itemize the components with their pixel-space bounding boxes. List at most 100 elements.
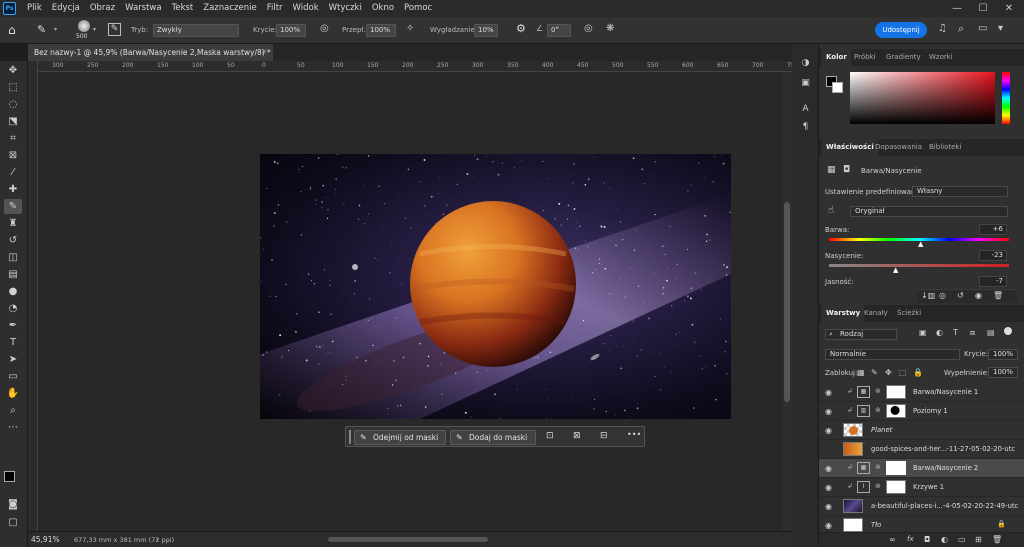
path-selection-tool-icon[interactable]: ➤ [4,352,22,367]
lock-all-icon[interactable]: 🔒 [913,368,923,377]
blend-mode-select[interactable]: Normalnie [825,349,960,360]
layer-thumbnail[interactable] [843,499,863,513]
scrollbar-thumb[interactable] [784,202,790,402]
close-window-button[interactable]: ✕ [996,0,1022,17]
layer-mask-thumbnail[interactable] [886,404,906,418]
chevron-down-icon[interactable]: ▾ [54,26,57,33]
mask-icon[interactable]: ◘ [843,165,850,175]
trash-icon[interactable]: 🗑 [993,291,1003,300]
document-image[interactable] [260,154,731,419]
lightness-value[interactable]: -7 [979,276,1007,287]
fill-field[interactable]: 100% [988,367,1018,378]
object-selection-tool-icon[interactable]: ⬔ [4,114,22,129]
new-group-icon[interactable]: ▭ [958,535,966,544]
tab-properties[interactable]: Właściwości [822,139,878,156]
reset-icon[interactable]: ↺ [957,291,964,300]
brush-tool-icon[interactable]: ✎ [37,23,46,36]
share-button[interactable]: Udostępnij [875,22,927,38]
channel-select[interactable]: Oryginał [850,206,1008,217]
layer-mask-thumbnail[interactable] [886,480,906,494]
hue-value[interactable]: +6 [979,224,1007,235]
maximize-button[interactable]: ☐ [970,0,996,17]
healing-brush-tool-icon[interactable]: ✚ [4,182,22,197]
link-icon[interactable]: ⊗ [875,387,881,395]
new-adjustment-icon[interactable]: ◐ [941,535,948,544]
minimize-button[interactable]: — [944,0,970,17]
menu-select[interactable]: Zaznaczenie [198,0,261,17]
fill-mask-icon[interactable]: ⊟ [600,431,608,441]
color-field[interactable] [850,72,995,124]
crop-tool-icon[interactable]: ⌗ [4,131,22,146]
eye-hidden-icon[interactable]: ◉ [825,445,832,454]
link-icon[interactable]: ⊗ [875,463,881,471]
filter-pixel-icon[interactable]: ▣ [919,328,927,337]
layer-row[interactable]: ◉ a-beautiful-places-i...-4-05-02-20-22-… [819,497,1024,516]
menu-file[interactable]: Plik [22,0,47,17]
close-tab-icon[interactable]: ✕ [261,44,267,61]
gear-icon[interactable]: ⚙ [516,22,526,35]
layer-thumbnail[interactable] [843,442,863,456]
eyedropper-tool-icon[interactable]: ⁄ [4,165,22,180]
tab-gradients[interactable]: Gradienty [882,49,925,66]
more-tools-icon[interactable]: ⋯ [4,420,22,435]
trash-icon[interactable]: 🗑 [992,535,1002,544]
dodge-tool-icon[interactable]: ◔ [4,301,22,316]
tab-libraries[interactable]: Biblioteki [925,139,965,156]
zoom-tool-icon[interactable]: ⌕ [4,403,22,418]
bell-icon[interactable]: ♫ [938,23,947,34]
eye-icon[interactable]: ◉ [825,521,832,530]
zoom-level[interactable]: 45,91% [31,535,60,544]
saturation-track[interactable] [829,264,1009,267]
layer-style-icon[interactable]: fx [907,535,914,543]
link-layers-icon[interactable]: ∞ [889,535,896,544]
blur-tool-icon[interactable]: ● [4,284,22,299]
search-icon[interactable]: ⌕ [958,22,964,36]
preset-select[interactable]: Własny [912,186,1008,197]
screen-mode-icon[interactable]: ▢ [4,515,22,530]
marquee-tool-icon[interactable]: ⬚ [4,80,22,95]
move-tool-icon[interactable]: ✥ [4,63,22,78]
lock-artboard-icon[interactable]: ⬚ [899,368,907,377]
tab-channels[interactable]: Kanały [860,305,892,322]
lock-position-icon[interactable]: ✥ [885,368,892,377]
airbrush-icon[interactable]: ✧ [406,23,414,34]
hue-slider[interactable] [1002,72,1010,124]
pressure-opacity-icon[interactable]: ◎ [320,23,329,34]
lock-pixels-icon[interactable]: ✎ [871,368,878,377]
eye-icon[interactable]: ◉ [825,483,832,492]
pressure-size-icon[interactable]: ◎ [584,23,593,34]
visibility-icon[interactable]: ◉ [975,291,982,300]
foreground-color-swatch[interactable] [4,471,15,482]
tab-adjustments[interactable]: Dopasowania [871,139,926,156]
tab-swatches[interactable]: Próbki [850,49,880,66]
type-tool-icon[interactable]: T [4,335,22,350]
layer-row[interactable]: ◉ ↲ ⌇ ⊗ Krzywe 1 [819,478,1024,497]
filter-type-icon[interactable]: T [953,328,958,337]
status-menu-icon[interactable]: › [156,535,159,543]
hand-tool-icon[interactable]: ✋ [4,386,22,401]
add-to-mask-button[interactable]: ✎ Dodaj do maski [450,430,536,445]
layer-row[interactable]: ◉ good-spices-and-her...-11-27-05-02-20-… [819,440,1024,459]
menu-filter[interactable]: Filtr [262,0,288,17]
menu-type[interactable]: Tekst [167,0,199,17]
tab-color[interactable]: Kolor [822,49,851,66]
layer-opacity-field[interactable]: 100% [988,349,1018,360]
link-icon[interactable]: ⊗ [875,482,881,490]
document-tab[interactable]: Bez nazwy-1 @ 45,9% (Barwa/Nasycenie 2,M… [28,44,273,61]
eye-icon[interactable]: ◉ [825,502,832,511]
background-color[interactable] [832,82,843,93]
vertical-scrollbar[interactable] [782,72,792,531]
menu-plugins[interactable]: Wtyczki [324,0,367,17]
layer-thumbnail[interactable] [843,518,863,532]
workspace-dropdown-icon[interactable]: ▾ [998,23,1003,34]
clip-to-layer-icon[interactable]: ↓▥ [921,291,935,300]
brush-settings-icon[interactable]: ✎ [108,23,121,36]
workspace-icon[interactable]: ▭ [978,23,987,34]
layer-row[interactable]: ◉ ↲ ▦ ⊗ Barwa/Nasycenie 1 [819,383,1024,402]
chevron-down-icon[interactable]: ▾ [93,26,96,33]
flow-field[interactable]: 100% [366,24,396,37]
pen-tool-icon[interactable]: ✒ [4,318,22,333]
invert-mask-icon[interactable]: ⊠ [573,431,581,441]
menu-edit[interactable]: Edycja [47,0,85,17]
eraser-tool-icon[interactable]: ◫ [4,250,22,265]
